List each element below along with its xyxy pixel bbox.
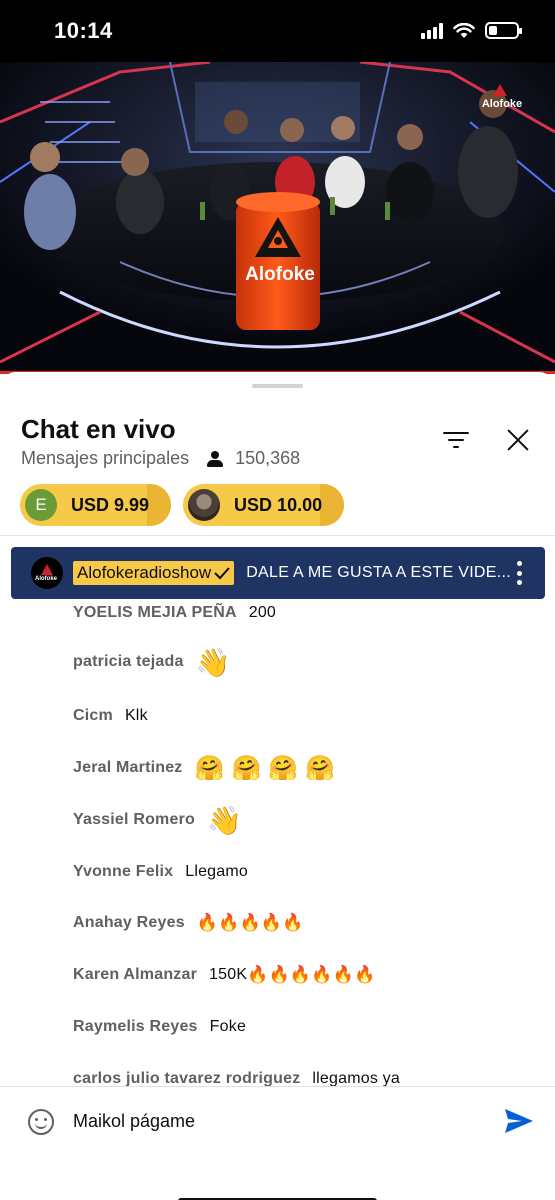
super-chat-chip[interactable]: E USD 9.99	[20, 484, 172, 526]
viewer-count: 150,368	[235, 448, 301, 468]
chat-input-bar: Maikol págame	[0, 1086, 555, 1200]
chat-mode-label[interactable]: Mensajes principales	[21, 448, 189, 469]
fire-emoji: 🔥🔥🔥🔥🔥	[196, 913, 304, 932]
person-icon	[207, 450, 224, 468]
avatar	[188, 489, 221, 521]
message-author[interactable]: Yassiel Romero	[73, 811, 195, 829]
message-author[interactable]: Raymelis Reyes	[73, 1018, 198, 1036]
video-player[interactable]: Alofoke Alofoke	[0, 62, 555, 374]
message-text: Llegamo	[185, 863, 248, 880]
avatar: E	[25, 489, 57, 521]
message-author[interactable]: carlos julio tavarez rodriguez	[73, 1070, 300, 1086]
message-text: Klk	[124, 707, 148, 724]
waving-hand-emoji: 👋	[206, 804, 243, 836]
chat-message: Raymelis Reyes Foke	[73, 1012, 246, 1042]
more-options-icon[interactable]	[517, 561, 523, 585]
cellular-signal-icon	[421, 22, 443, 39]
pinned-message[interactable]: Alofokeradioshow DALE A ME GUSTA A ESTE …	[11, 547, 545, 599]
live-chat-panel: Chat en vivo Mensajes principales 150,36…	[0, 372, 555, 1200]
chat-message-list[interactable]: YOELIS MEJIA PEÑA 200 patricia tejada 👋 …	[0, 598, 555, 1086]
super-chat-ticker: E USD 9.99 USD 10.00	[20, 484, 345, 526]
message-author[interactable]: patricia tejada	[73, 653, 184, 671]
fire-emoji: 🔥🔥🔥🔥🔥🔥	[247, 965, 376, 984]
channel-avatar	[31, 557, 63, 589]
verified-icon	[214, 567, 230, 580]
chat-message: YOELIS MEJIA PEÑA 200	[73, 598, 276, 628]
message-author[interactable]: Cicm	[73, 707, 113, 725]
message-text: llegamos ya	[312, 1070, 400, 1086]
chat-message: Cicm Klk	[73, 701, 148, 731]
status-bar: 10:14	[0, 0, 555, 62]
channel-watermark: Alofoke	[482, 98, 522, 110]
super-chat-amount: USD 9.99	[71, 494, 150, 515]
wifi-icon	[453, 22, 475, 38]
waving-hand-emoji: 👋	[195, 646, 231, 678]
status-icons	[421, 22, 522, 39]
pinned-author-name: Alofokeradioshow	[77, 563, 212, 582]
close-button[interactable]	[504, 426, 532, 454]
chat-message: patricia tejada 👋	[73, 642, 231, 682]
filter-button[interactable]	[443, 428, 471, 452]
chat-input-field[interactable]: Maikol págame	[73, 1111, 195, 1132]
message-author[interactable]: YOELIS MEJIA PEÑA	[73, 604, 237, 622]
message-text: Foke	[209, 1018, 247, 1035]
chat-message: Anahay Reyes 🔥🔥🔥🔥🔥	[73, 908, 304, 938]
chat-message: carlos julio tavarez rodriguez llegamos …	[73, 1064, 400, 1086]
chat-message: Jeral Martinez 🤗 🤗 🤗 🤗	[73, 748, 335, 788]
divider	[0, 535, 555, 536]
super-chat-chip[interactable]: USD 10.00	[183, 484, 345, 526]
super-chat-amount: USD 10.00	[234, 494, 323, 515]
message-text: 200	[248, 604, 277, 621]
message-text-value: 150K	[209, 966, 248, 983]
send-icon[interactable]	[504, 1107, 534, 1135]
message-author[interactable]: Anahay Reyes	[73, 914, 185, 932]
battery-icon	[485, 22, 522, 39]
pinned-text: DALE A ME GUSTA A ESTE VIDE...	[246, 564, 511, 581]
chat-message: Karen Almanzar 150K 🔥🔥🔥🔥🔥🔥	[73, 960, 375, 990]
emoji-picker-icon[interactable]	[28, 1109, 54, 1135]
status-time: 10:14	[54, 18, 113, 43]
chat-message: Yassiel Romero 👋	[73, 800, 242, 840]
drag-handle[interactable]	[252, 384, 303, 388]
chat-subtitle: Mensajes principales 150,368	[21, 448, 300, 469]
message-author[interactable]: Jeral Martinez	[73, 759, 183, 777]
filter-icon	[443, 432, 469, 434]
message-author[interactable]: Karen Almanzar	[73, 966, 197, 984]
podium-logo: Alofoke	[245, 264, 315, 285]
pinned-author: Alofokeradioshow	[73, 561, 235, 585]
message-text: 150K 🔥🔥🔥🔥🔥🔥	[209, 965, 375, 985]
chat-message: Yvonne Felix Llegamo	[73, 857, 248, 887]
video-frame: Alofoke Alofoke	[0, 62, 555, 374]
chat-title: Chat en vivo	[21, 414, 176, 444]
hugging-face-emoji: 🤗 🤗 🤗 🤗	[194, 754, 336, 782]
message-author[interactable]: Yvonne Felix	[73, 863, 173, 881]
